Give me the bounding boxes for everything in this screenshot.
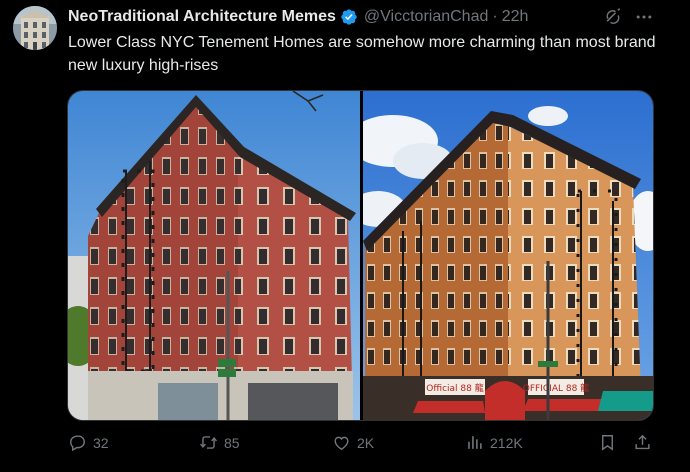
- avatar[interactable]: [13, 6, 57, 50]
- tweet-text: Lower Class NYC Tenement Homes are someh…: [68, 34, 656, 74]
- verified-badge-icon[interactable]: [340, 8, 358, 26]
- reply-count: 32: [93, 434, 109, 451]
- tweet-header: NeoTraditional Architecture Memes @Vicct…: [68, 6, 528, 28]
- media-grid[interactable]: Official 88 龍 OFFICIAL 88 龍: [67, 90, 654, 421]
- header-separator: ·: [492, 8, 498, 25]
- grok-icon[interactable]: [603, 7, 623, 27]
- analytics-icon: [468, 436, 482, 449]
- author-handle[interactable]: @VicctorianChad: [364, 8, 488, 26]
- post-timestamp[interactable]: 22h: [502, 8, 529, 26]
- store-sign-right: OFFICIAL 88 龍: [523, 382, 589, 394]
- share-icon: [635, 434, 650, 450]
- bookmark-button[interactable]: [598, 433, 617, 452]
- bookmark-icon: [602, 435, 613, 451]
- heart-icon: [334, 436, 349, 451]
- like-button[interactable]: 2K: [332, 433, 374, 452]
- retweet-button[interactable]: 85: [199, 433, 240, 452]
- photo-tan-brick-tenement[interactable]: Official 88 龍 OFFICIAL 88 龍: [363, 91, 653, 420]
- retweet-icon: [200, 436, 217, 449]
- views-button[interactable]: 212K: [465, 433, 523, 452]
- view-count: 212K: [490, 434, 523, 451]
- author-display-name[interactable]: NeoTraditional Architecture Memes: [68, 8, 336, 26]
- reply-icon: [70, 435, 85, 452]
- share-button[interactable]: [633, 433, 652, 452]
- photo-red-brick-tenement[interactable]: [68, 91, 360, 420]
- retweet-count: 85: [224, 434, 240, 451]
- more-options-icon[interactable]: [634, 7, 654, 27]
- tweet-post[interactable]: NeoTraditional Architecture Memes @Vicct…: [0, 0, 690, 472]
- like-count: 2K: [357, 434, 375, 451]
- reply-button[interactable]: 32: [68, 433, 109, 452]
- store-sign-left: Official 88 龍: [426, 382, 483, 394]
- tweet-actions: 32 85 2K 212K: [68, 433, 656, 457]
